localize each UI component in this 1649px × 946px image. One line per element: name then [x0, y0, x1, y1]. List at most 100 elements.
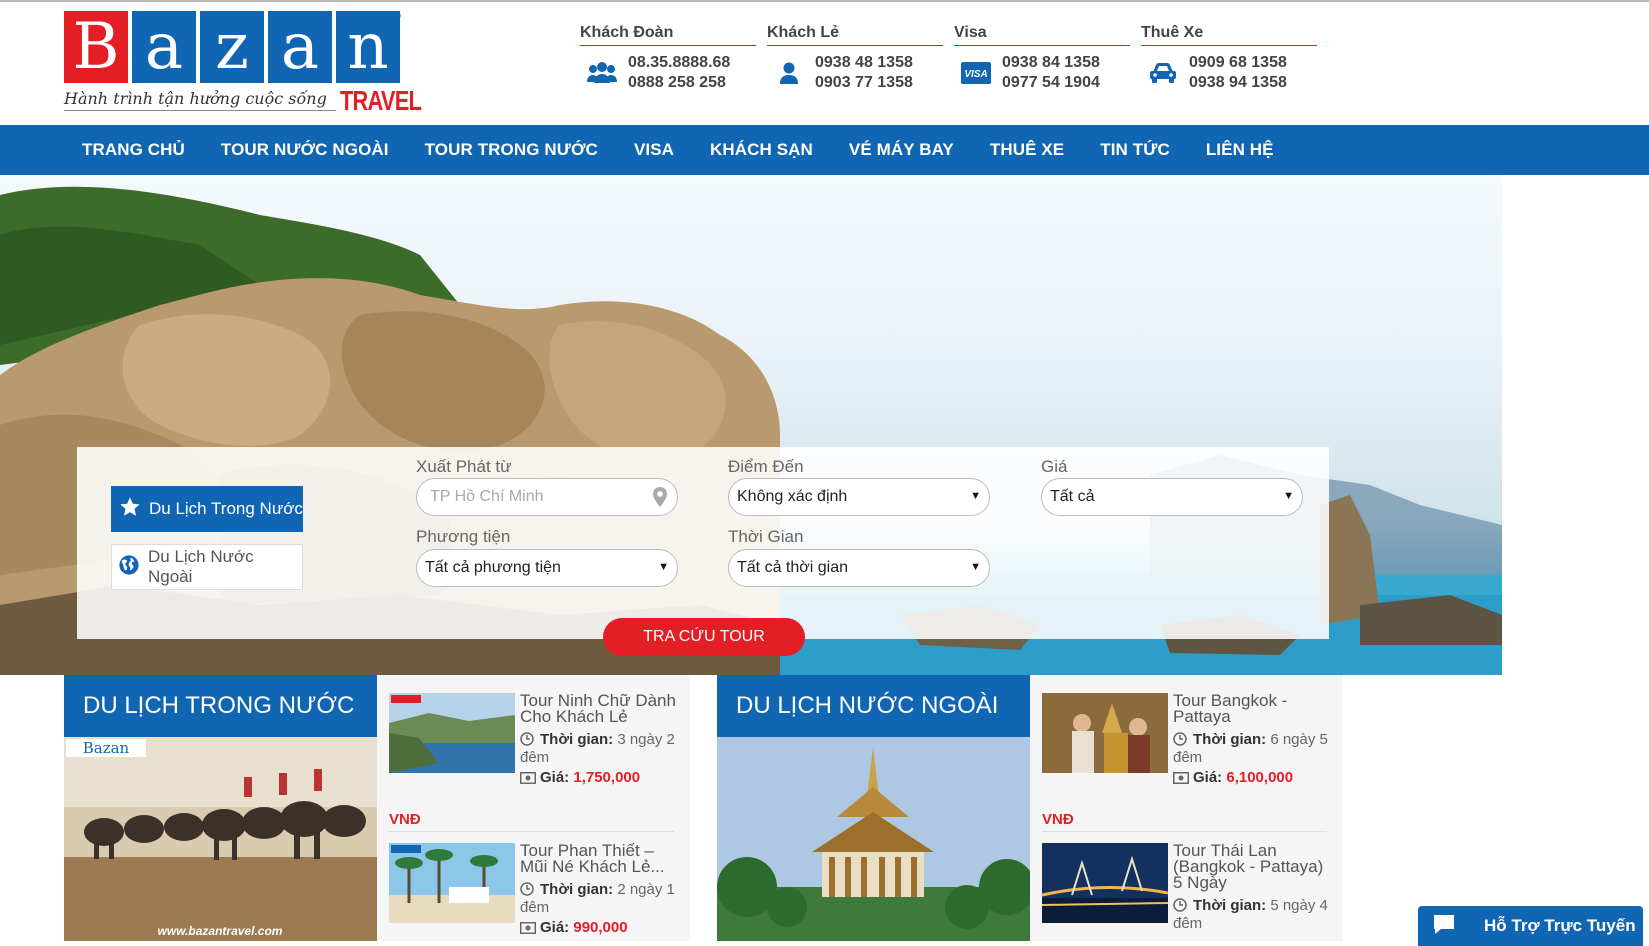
duration-label: Thời gian: — [540, 731, 614, 748]
contact-title: Khách Đoàn — [580, 24, 756, 46]
tour-thumbnail[interactable] — [1042, 693, 1168, 773]
live-support-label: Hỗ Trợ Trực Tuyến — [1484, 916, 1636, 935]
domestic-feature-image[interactable]: Bazan www.bazantravel.com — [64, 737, 377, 941]
tab-label: Du Lịch Trong Nước — [149, 499, 303, 518]
duration-label: Thời gian: — [1193, 731, 1267, 748]
transport-label: Phương tiện — [416, 527, 511, 546]
live-support-button[interactable]: Hỗ Trợ Trực Tuyến — [1418, 906, 1643, 946]
price-value: 990,000 — [573, 919, 628, 936]
price-value: 6,100,000 — [1226, 769, 1294, 786]
dropdown-arrow-icon: ▼ — [970, 561, 981, 573]
tour-search-panel — [77, 447, 1329, 639]
nav-item-visa[interactable]: VISA — [616, 140, 692, 160]
main-nav: TRANG CHỦ TOUR NƯỚC NGOÀI TOUR TRONG NƯỚ… — [0, 125, 1649, 175]
contact-phone[interactable]: 0938 48 1358 — [815, 53, 913, 73]
logo-letter: B — [64, 11, 128, 83]
contact-phone[interactable]: 0938 84 1358 — [1002, 53, 1100, 73]
contact-phone[interactable]: 0903 77 1358 — [815, 73, 913, 93]
domestic-tour-list: Tour Ninh Chữ Dành Cho Khách Lẻ Thời gia… — [377, 675, 690, 941]
logo-letters: B a z a n — [64, 11, 404, 83]
domestic-section-heading[interactable]: DU LỊCH TRONG NƯỚC — [64, 675, 377, 737]
chat-bubble-icon — [1432, 913, 1456, 940]
tour-name[interactable]: Tour Bangkok - Pattaya — [1173, 692, 1333, 725]
contact-phone[interactable]: 0938 94 1358 — [1189, 73, 1287, 93]
logo-letter: a — [132, 11, 196, 83]
tour-price: Giá: 990,000 — [520, 919, 680, 936]
tour-name[interactable]: Tour Phan Thiết – Mũi Né Khách Lẻ... — [520, 842, 680, 875]
clock-icon — [1173, 898, 1187, 912]
currency-label: VNĐ — [389, 811, 421, 828]
nav-item-domestic-tours[interactable]: TOUR TRONG NƯỚC — [407, 140, 616, 160]
clock-icon — [1173, 732, 1187, 746]
search-tour-button[interactable]: TRA CỨU TOUR — [603, 618, 805, 656]
price-select[interactable]: Tất cả ▼ — [1041, 478, 1303, 516]
price-label: Giá: — [540, 919, 570, 936]
tour-price: Giá: 1,750,000 — [520, 769, 680, 786]
tab-domestic-travel[interactable]: Du Lịch Trong Nước — [111, 486, 303, 532]
logo-letter: n — [336, 11, 400, 83]
visa-card-icon: VISA — [958, 58, 994, 88]
nav-item-contact[interactable]: LIÊN HỆ — [1188, 140, 1292, 160]
contact-phone[interactable]: 08.35.8888.68 — [628, 53, 730, 73]
top-border — [0, 0, 1649, 2]
nav-item-international-tours[interactable]: TOUR NƯỚC NGOÀI — [203, 140, 407, 160]
map-pin-icon — [653, 487, 667, 512]
tour-duration: Thời gian: 3 ngày 2 đêm — [520, 731, 680, 767]
destination-select[interactable]: Không xác định ▼ — [728, 478, 990, 516]
price-label: Giá: — [540, 769, 570, 786]
contact-phone[interactable]: 0888 258 258 — [628, 73, 730, 93]
logo-letter: a — [268, 11, 332, 83]
tour-duration: Thời gian: 6 ngày 5 đêm — [1173, 731, 1333, 767]
international-section-heading[interactable]: DU LỊCH NƯỚC NGOÀI — [717, 675, 1030, 737]
nav-item-news[interactable]: TIN TỨC — [1082, 140, 1188, 160]
international-feature-image[interactable] — [717, 737, 1030, 941]
tour-thumbnail[interactable] — [389, 693, 515, 773]
clock-icon — [520, 882, 534, 896]
contact-group-customers: Khách Đoàn 08.35.8888.68 0888 258 258 — [580, 24, 756, 93]
image-logo-text: Bazan — [83, 739, 130, 757]
tour-name[interactable]: Tour Thái Lan (Bangkok - Pattaya) 5 Ngày — [1173, 842, 1333, 891]
from-placeholder: TP Hồ Chí Minh — [430, 488, 544, 505]
group-icon — [584, 58, 620, 88]
logo-slogan: Hành trình tận hưởng cuộc sống — [64, 89, 327, 108]
star-icon — [119, 496, 141, 523]
divider — [389, 831, 674, 832]
car-icon — [1145, 58, 1181, 88]
contact-phone[interactable]: 0909 68 1358 — [1189, 53, 1287, 73]
nav-item-home[interactable]: TRANG CHỦ — [64, 140, 203, 160]
time-select[interactable]: Tất cả thời gian ▼ — [728, 549, 990, 587]
currency-label: VNĐ — [1042, 811, 1074, 828]
destination-label: Điểm Đến — [728, 457, 804, 476]
contact-individual: Khách Lẻ 0938 48 1358 0903 77 1358 — [767, 24, 943, 93]
logo-underline — [64, 110, 336, 111]
tour-name[interactable]: Tour Ninh Chữ Dành Cho Khách Lẻ — [520, 692, 680, 725]
international-tour-list: Tour Bangkok - Pattaya Thời gian: 6 ngày… — [1030, 675, 1343, 941]
nav-item-flights[interactable]: VÉ MÁY BAY — [831, 140, 972, 160]
tour-duration: Thời gian: 2 ngày 1 đêm — [520, 881, 680, 917]
tour-thumbnail[interactable] — [1042, 843, 1168, 923]
money-icon — [520, 921, 536, 935]
nav-item-car-rental[interactable]: THUÊ XE — [972, 140, 1082, 160]
price-value: 1,750,000 — [573, 769, 641, 786]
price-value: Tất cả — [1050, 488, 1095, 505]
dropdown-arrow-icon: ▼ — [1283, 490, 1294, 502]
tour-thumbnail[interactable] — [389, 843, 515, 923]
tab-international-travel[interactable]: Du Lịch Nước Ngoài — [111, 544, 303, 590]
from-input[interactable]: TP Hồ Chí Minh — [416, 478, 678, 516]
site-logo[interactable]: B a z a n ® Hành trình tận hưởng cuộc số… — [64, 9, 422, 116]
logo-letter: z — [200, 11, 264, 83]
nav-item-hotels[interactable]: KHÁCH SẠN — [692, 140, 831, 160]
contact-title: Khách Lẻ — [767, 24, 943, 46]
contact-car-rental: Thuê Xe 0909 68 1358 0938 94 1358 — [1141, 24, 1317, 93]
tour-duration: Thời gian: 5 ngày 4 đêm — [1173, 897, 1333, 933]
contact-title: Visa — [954, 24, 1130, 46]
transport-select[interactable]: Tất cả phương tiện ▼ — [416, 549, 678, 587]
contact-title: Thuê Xe — [1141, 24, 1317, 46]
time-value: Tất cả thời gian — [737, 559, 848, 576]
duration-label: Thời gian: — [540, 881, 614, 898]
user-icon — [771, 58, 807, 88]
divider — [1042, 831, 1327, 832]
tab-label: Du Lịch Nước Ngoài — [148, 547, 254, 586]
contact-phone[interactable]: 0977 54 1904 — [1002, 73, 1100, 93]
dropdown-arrow-icon: ▼ — [970, 490, 981, 502]
